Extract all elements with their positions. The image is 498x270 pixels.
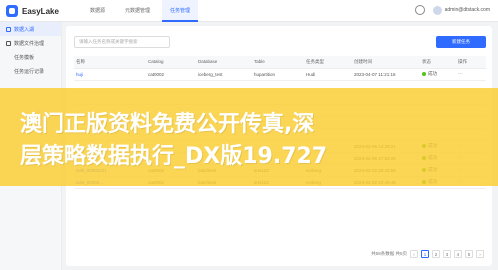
top-bar: EasyLake 数据源 元数据管理 任务管理 admin@dtstack.co… (0, 0, 498, 22)
page-button[interactable]: 1 (421, 250, 429, 258)
table-row: huji cat0002 iceberg_test hupartition Hudi 20… (74, 68, 486, 81)
nav-item-metadata[interactable]: 元数据管理 (117, 0, 158, 22)
sidebar-item-data-ingest[interactable]: 数据入湖 (0, 22, 61, 36)
banner-line-1: 澳门正版资料免费公开传真,深 (20, 112, 315, 137)
cell-table: hupartition (252, 68, 304, 81)
table-header-row: 名称 Catalog Database Table 任务类型 创建时间 状态 操… (74, 56, 486, 69)
cell-database: iceberg_test (196, 68, 252, 81)
column-header[interactable]: 状态 (420, 56, 456, 69)
logo[interactable]: EasyLake (6, 4, 62, 18)
cell-catalog: cat0002 (146, 68, 196, 81)
column-header[interactable]: 任务类型 (304, 56, 352, 69)
governance-icon (6, 40, 11, 46)
page-button[interactable]: 4 (454, 250, 462, 258)
column-header[interactable]: Database (196, 56, 252, 69)
page-button[interactable]: 3 (443, 250, 451, 258)
column-header[interactable]: Catalog (146, 56, 196, 69)
create-task-button[interactable]: 新建任务 (436, 36, 486, 48)
cell-type: Hudi (304, 68, 352, 81)
banner-line-2: 层策略数据执行_DX版19.727 (20, 144, 328, 169)
column-header[interactable]: Table (252, 56, 304, 69)
sidebar-item-label: 数据入湖 (14, 26, 35, 33)
pager-total: 共58条数据 共5页 (371, 251, 407, 256)
nav-item-task-management[interactable]: 任务管理 (162, 0, 199, 22)
top-nav: 数据源 元数据管理 任务管理 (82, 0, 199, 22)
avatar (432, 5, 442, 15)
sidebar-item-label: 数据文件治理 (14, 40, 45, 47)
user-menu[interactable]: admin@dtstack.com (432, 5, 490, 15)
status-badge: 成功 (422, 71, 456, 77)
column-header: 操作 (456, 56, 486, 69)
top-right-area: admin@dtstack.com (414, 5, 490, 15)
sidebar-item-label: 任务运行记录 (14, 68, 45, 75)
column-header[interactable]: 名称 (74, 56, 146, 69)
prev-page-button[interactable]: ‹ (410, 250, 418, 258)
ingest-icon (6, 26, 11, 32)
sidebar-item-label: 任务模板 (14, 54, 35, 61)
cell-name[interactable]: huji (74, 68, 146, 81)
logo-text: EasyLake (22, 6, 59, 16)
status-dot-icon (422, 72, 426, 76)
page-button[interactable]: 5 (465, 250, 473, 258)
nav-item-datasource[interactable]: 数据源 (82, 0, 113, 22)
pagination: 共58条数据 共5页 ‹ 1 2 3 4 5 › (371, 250, 484, 258)
status-text: 成功 (428, 71, 437, 76)
more-icon[interactable]: ⋯ (458, 71, 463, 77)
sidebar-item-file-governance[interactable]: 数据文件治理 (0, 36, 61, 50)
user-email: admin@dtstack.com (444, 7, 490, 13)
next-page-button[interactable]: › (476, 250, 484, 258)
sidebar-item-task-run-history[interactable]: 任务运行记录 (0, 64, 61, 78)
cell-action[interactable]: ⋯ (456, 68, 486, 81)
cell-status: 成功 (420, 68, 456, 81)
column-header[interactable]: 创建时间 (352, 56, 420, 69)
page-button[interactable]: 2 (432, 250, 440, 258)
gear-icon[interactable] (414, 5, 425, 15)
cell-created: 2023-04-07 11:21:16 (352, 68, 420, 81)
sidebar-item-task-template[interactable]: 任务模板 (0, 50, 61, 64)
logo-icon (6, 5, 18, 17)
search-input[interactable]: 请输入任务名称或关键字搜索 (74, 36, 170, 48)
